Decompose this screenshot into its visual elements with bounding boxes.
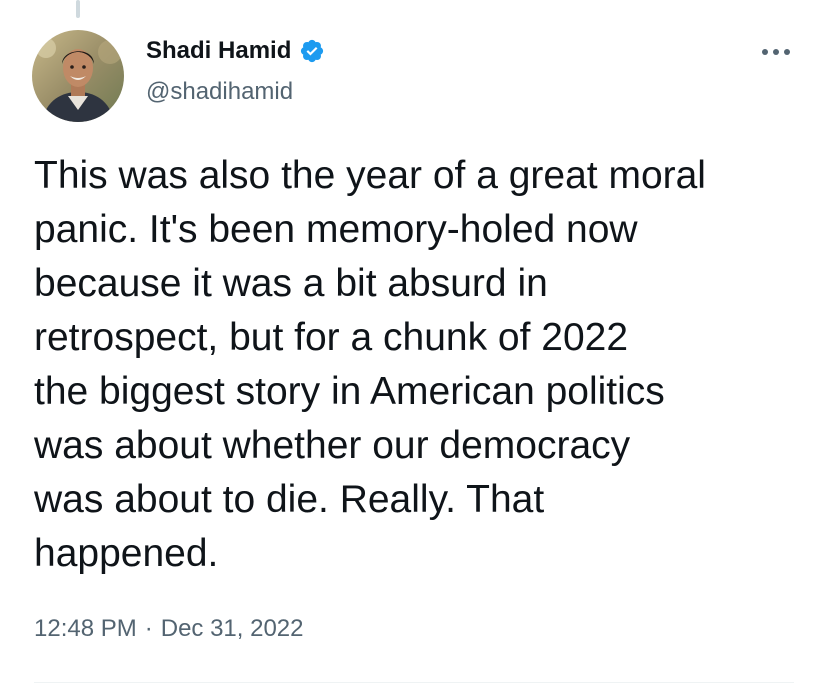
tweet-date[interactable]: Dec 31, 2022 <box>161 615 304 643</box>
tweet-timestamp-row: 12:48 PM · Dec 31, 2022 <box>34 615 304 643</box>
tweet-card: Shadi Hamid @shadihamid This was also th… <box>0 0 828 690</box>
tweet-time[interactable]: 12:48 PM <box>34 615 137 643</box>
thread-connector-line <box>76 0 80 18</box>
profile-photo-icon <box>32 30 124 122</box>
author-name-row: Shadi Hamid <box>146 37 325 65</box>
divider <box>34 682 794 683</box>
verified-badge-icon[interactable] <box>299 38 325 64</box>
meta-separator: · <box>144 615 153 642</box>
author-display-name[interactable]: Shadi Hamid <box>146 37 291 65</box>
author-handle[interactable]: @shadihamid <box>146 78 293 106</box>
tweet-text: This was also the year of a great moral … <box>34 154 706 575</box>
more-horizontal-icon <box>762 49 790 55</box>
more-options-button[interactable] <box>758 40 794 64</box>
avatar[interactable] <box>32 30 124 122</box>
